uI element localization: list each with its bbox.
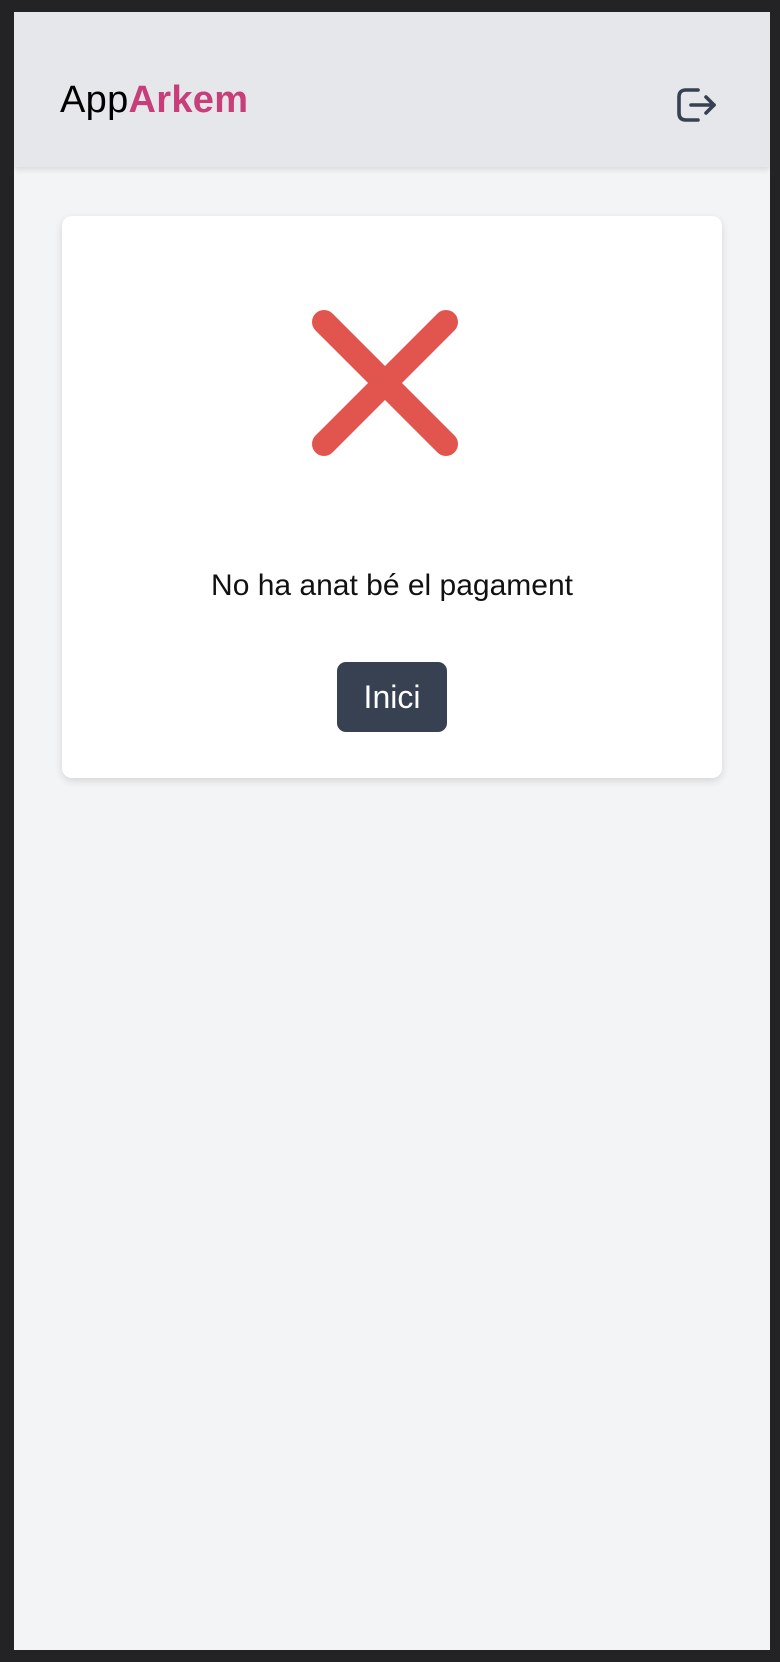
brand-accent: Arkem	[128, 79, 249, 121]
app-frame: AppArkem No ha anat bé el pagament Inici	[14, 12, 770, 1650]
home-button[interactable]: Inici	[337, 662, 447, 732]
close-x-icon	[312, 310, 458, 456]
payment-result-card: No ha anat bé el pagament Inici	[62, 216, 722, 778]
brand-prefix: App	[60, 79, 129, 121]
logout-icon	[677, 88, 716, 122]
app-logo: AppArkem	[60, 78, 248, 122]
logout-button[interactable]	[674, 82, 720, 128]
top-bar: AppArkem	[14, 12, 770, 167]
payment-error-message: No ha anat bé el pagament	[211, 569, 573, 602]
